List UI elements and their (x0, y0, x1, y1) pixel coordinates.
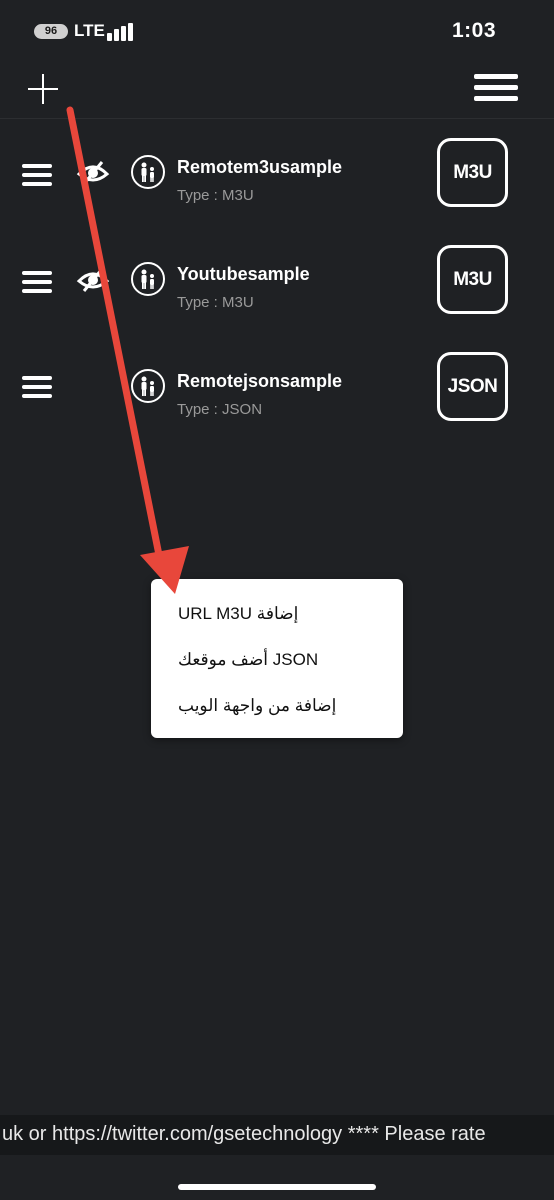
scrolling-ticker: uk or https://twitter.com/gsetechnology … (0, 1115, 554, 1155)
plus-icon (28, 74, 58, 104)
playlist-row[interactable]: Remotem3usample Type : M3U M3U (0, 126, 554, 216)
battery-indicator: 96 (34, 24, 68, 39)
playlist-row[interactable]: Youtubesample Type : M3U M3U (0, 233, 554, 323)
playlist-type: Type : M3U (177, 187, 254, 204)
status-time: 1:03 (451, 19, 496, 42)
main-menu-button[interactable] (474, 71, 518, 105)
signal-strength-icon (107, 23, 133, 41)
toolbar-divider (0, 118, 554, 119)
add-source-popup-menu: URL M3U إضافة أضف موقعك JSON إضافة من وا… (151, 579, 403, 738)
playlist-row[interactable]: Remotejsonsample Type : JSON JSON (0, 340, 554, 430)
visibility-eye-icon[interactable] (76, 267, 110, 293)
playlist-type: Type : M3U (177, 294, 254, 311)
hamburger-menu-icon (474, 74, 518, 79)
menu-item-add-from-web-interface[interactable]: إضافة من واجهة الويب (178, 696, 336, 716)
family-icon (130, 154, 166, 190)
home-indicator[interactable] (178, 1184, 376, 1190)
playlist-title: Remotejsonsample (177, 371, 343, 391)
playlist-type: Type : JSON (177, 401, 263, 418)
visibility-eye-icon[interactable] (76, 160, 110, 186)
menu-item-add-m3u-url[interactable]: URL M3U إضافة (178, 604, 298, 624)
ticker-text: uk or https://twitter.com/gsetechnology … (2, 1123, 486, 1145)
menu-item-add-json-site[interactable]: أضف موقعك JSON (178, 650, 318, 670)
playlist-type-badge[interactable]: M3U (437, 245, 508, 314)
playlist-type-badge[interactable]: JSON (437, 352, 508, 421)
carrier-label: LTE (74, 21, 105, 40)
playlist-type-badge[interactable]: M3U (437, 138, 508, 207)
drag-handle-icon[interactable] (22, 376, 52, 398)
add-playlist-button[interactable] (26, 72, 60, 106)
playlist-title: Remotem3usample (177, 157, 343, 177)
playlist-title: Youtubesample (177, 264, 310, 284)
family-icon (130, 261, 166, 297)
family-icon (130, 368, 166, 404)
drag-handle-icon[interactable] (22, 164, 52, 186)
status-bar: 96 LTE 1:03 (0, 0, 554, 62)
drag-handle-icon[interactable] (22, 271, 52, 293)
